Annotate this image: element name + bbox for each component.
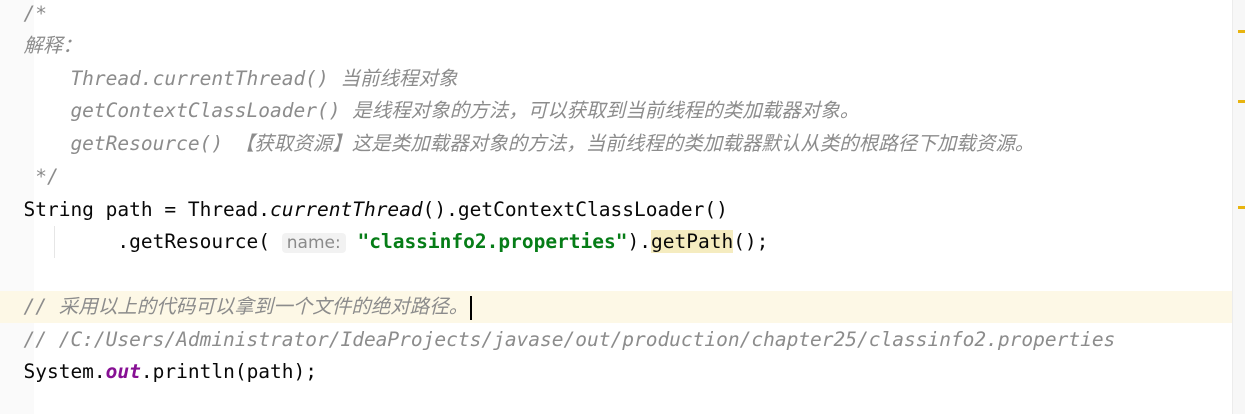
- comment-text: Thread.currentThread() 当前线程对象: [0, 67, 458, 90]
- code-line[interactable]: */: [0, 161, 1232, 193]
- string-literal: "classinfo2.properties": [357, 230, 628, 253]
- code-line[interactable]: getContextClassLoader() 是线程对象的方法，可以获取到当前…: [0, 95, 1232, 127]
- indent-guide: [54, 226, 55, 258]
- current-line[interactable]: // 采用以上的代码可以拿到一个文件的绝对路径。: [0, 291, 1232, 323]
- comment-text: */: [0, 165, 59, 188]
- code-line[interactable]: String path = Thread.currentThread().get…: [0, 194, 1232, 226]
- warning-marker[interactable]: [1238, 100, 1245, 103]
- comment-text: getContextClassLoader() 是线程对象的方法，可以获取到当前…: [0, 99, 860, 122]
- comment-text: // /C:/Users/Administrator/IdeaProjects/…: [0, 328, 1116, 351]
- code-token: System.: [0, 360, 106, 383]
- code-token: ().getContextClassLoader(): [422, 198, 728, 221]
- code-token: String path = Thread.: [0, 198, 271, 221]
- warning-marker[interactable]: [1238, 30, 1245, 33]
- code-line[interactable]: System.out.println(path);: [0, 356, 1232, 388]
- comment-text: 解释：: [0, 34, 82, 57]
- text-caret: [470, 295, 473, 320]
- code-editor[interactable]: /* 解释： Thread.currentThread() 当前线程对象 get…: [0, 0, 1232, 414]
- code-line[interactable]: .getResource( name: "classinfo2.properti…: [0, 226, 1232, 258]
- code-line[interactable]: // /C:/Users/Administrator/IdeaProjects/…: [0, 324, 1232, 356]
- code-line[interactable]: Thread.currentThread() 当前线程对象: [0, 63, 1232, 95]
- code-token: ).: [627, 230, 651, 253]
- code-line[interactable]: 解释：: [0, 30, 1232, 62]
- code-line[interactable]: /*: [0, 0, 1232, 30]
- comment-text: // 采用以上的代码可以拿到一个文件的绝对路径。: [0, 295, 469, 318]
- code-token: .println(path);: [140, 360, 318, 383]
- comment-text: getResource() 【获取资源】这是类加载器对象的方法，当前线程的类加载…: [0, 132, 1035, 155]
- code-token: ();: [733, 230, 769, 253]
- comment-text: /*: [0, 2, 47, 25]
- static-field-token: out: [105, 360, 141, 383]
- code-line[interactable]: [0, 259, 1232, 291]
- highlighted-method: getPath: [651, 230, 734, 253]
- code-line[interactable]: getResource() 【获取资源】这是类加载器对象的方法，当前线程的类加载…: [0, 128, 1232, 160]
- parameter-hint: name:: [281, 233, 346, 253]
- method-token: currentThread: [270, 198, 423, 221]
- warning-marker[interactable]: [1238, 206, 1245, 209]
- code-token: .getResource(: [0, 230, 271, 253]
